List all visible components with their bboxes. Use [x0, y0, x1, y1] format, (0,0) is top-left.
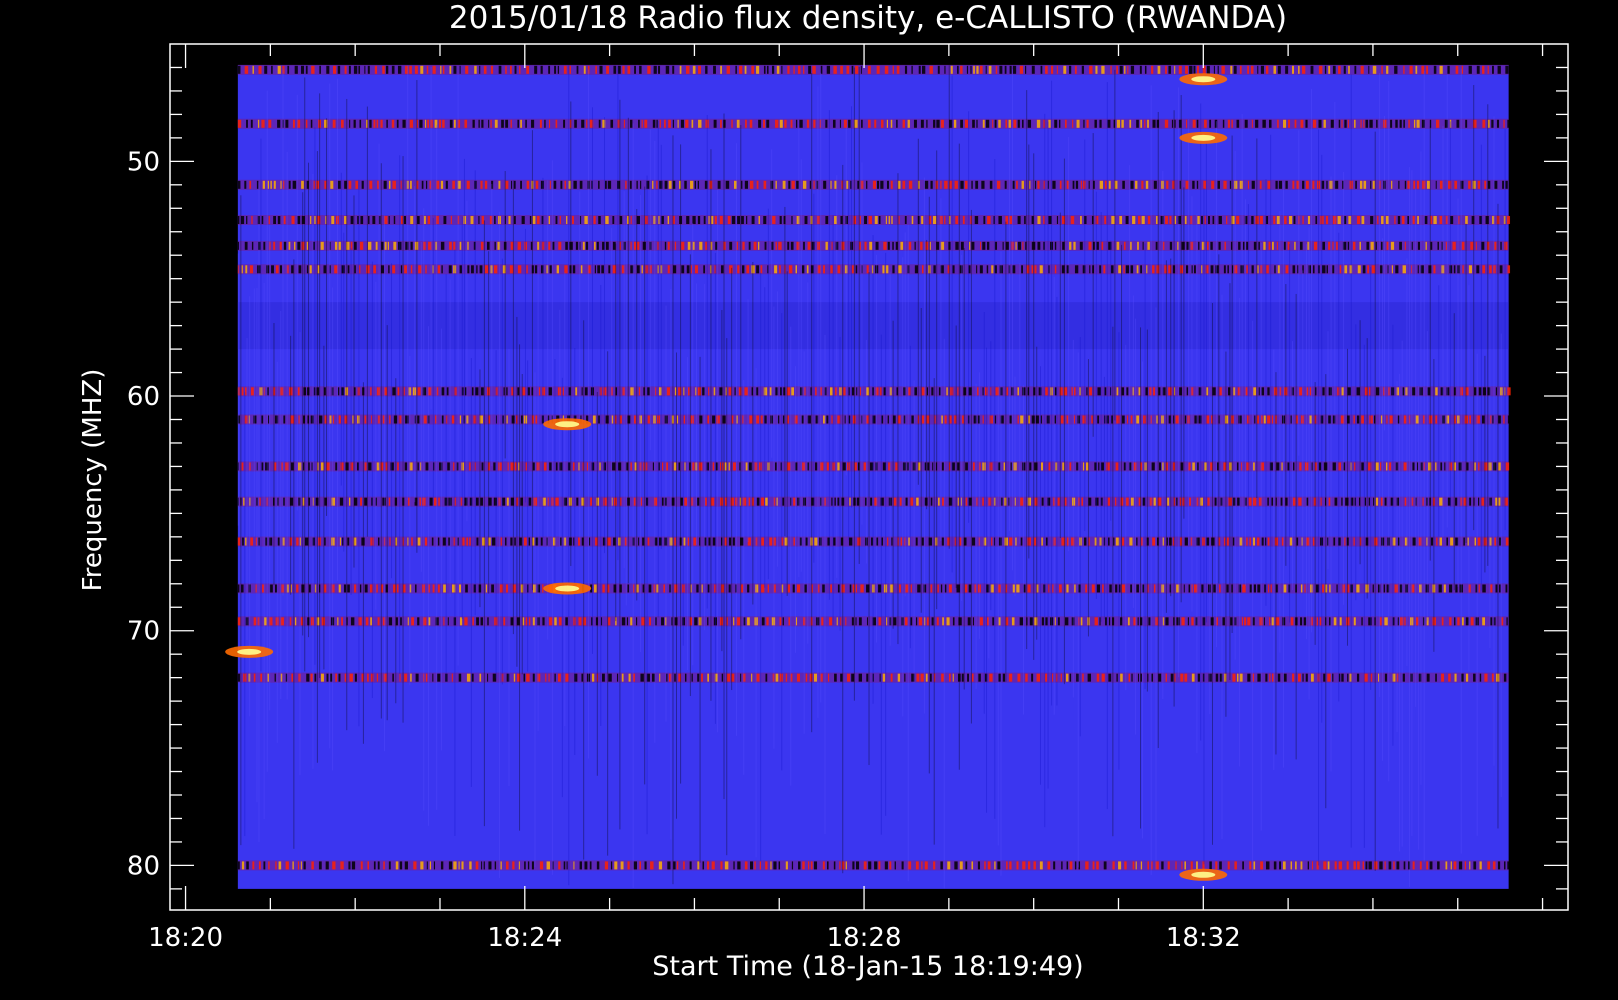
- y-tick-label: 60: [127, 382, 160, 412]
- spectrogram-chart: 2015/01/18 Radio flux density, e-CALLIST…: [78, 0, 1569, 982]
- y-axis-label: Frequency (MHZ): [78, 369, 108, 592]
- band-52.5mhz: [237, 215, 1511, 226]
- band-46.1mhz: [237, 64, 1509, 75]
- y-tick-labels: 50 60 70 80: [127, 147, 160, 881]
- y-tick-label: 80: [127, 851, 160, 881]
- x-tick-label: 18:32: [1166, 923, 1241, 953]
- band-51mhz: [237, 179, 1509, 190]
- x-tick-label: 18:24: [487, 923, 562, 953]
- band-48.4mhz: [237, 118, 1510, 129]
- heatmap-area: [225, 64, 1511, 889]
- band-54.6mhz: [237, 264, 1511, 275]
- y-tick-label: 50: [127, 147, 160, 177]
- x-tick-label: 18:20: [148, 923, 223, 953]
- chart-title: 2015/01/18 Radio flux density, e-CALLIST…: [449, 0, 1287, 36]
- y-tick-label: 70: [127, 617, 160, 647]
- x-axis-label: Start Time (18-Jan-15 18:19:49): [652, 951, 1083, 982]
- x-tick-label: 18:28: [827, 923, 902, 953]
- x-tick-labels: 18:20 18:24 18:28 18:32: [148, 923, 1241, 953]
